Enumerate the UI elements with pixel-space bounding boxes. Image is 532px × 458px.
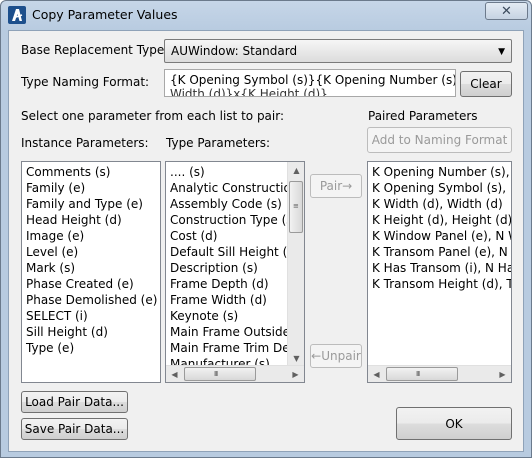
- scroll-right-icon[interactable]: ▶: [494, 366, 511, 382]
- instance-parameter-item[interactable]: Comments (s): [26, 165, 110, 179]
- instance-parameters-list[interactable]: Comments (s) Family (e) Family and Type (e…: [21, 161, 161, 383]
- paired-parameter-item[interactable]: K Height (d), Height (d): [372, 213, 511, 227]
- type-parameter-item[interactable]: Description (s): [170, 261, 258, 275]
- type-parameter-item[interactable]: Main Frame Outside D: [170, 325, 303, 339]
- instance-parameter-item[interactable]: Type (e): [26, 341, 74, 355]
- type-list-horizontal-scrollbar[interactable]: ◀ III ▶: [166, 365, 304, 382]
- paired-parameter-item[interactable]: K Opening Symbol (s), N Opening Symbol (…: [372, 181, 511, 195]
- close-button[interactable]: ✕: [485, 2, 528, 20]
- paired-parameters-list[interactable]: K Opening Number (s), N Opening Number (…: [367, 161, 512, 383]
- type-parameter-item[interactable]: .... (s): [170, 165, 205, 179]
- instance-parameter-item[interactable]: Head Height (d): [26, 213, 122, 227]
- paired-list-horizontal-scrollbar[interactable]: ◀ III ▶: [368, 365, 511, 382]
- unpair-button[interactable]: ←Unpair: [310, 344, 362, 368]
- paired-parameters-header: Paired Parameters: [368, 109, 478, 123]
- instance-parameters-header: Instance Parameters:: [21, 136, 149, 150]
- pair-button-label: Pair→: [319, 179, 353, 193]
- instance-parameter-item[interactable]: Phase Created (e): [26, 277, 134, 291]
- type-parameter-item[interactable]: Analytic Construction: [170, 181, 298, 195]
- paired-parameter-item[interactable]: K Width (d), Width (d): [372, 197, 503, 211]
- base-replacement-type-label: Base Replacement Type:: [21, 43, 169, 57]
- instance-parameter-item[interactable]: Family (e): [26, 181, 85, 195]
- paired-parameter-item[interactable]: K Opening Number (s), N Opening Number (…: [372, 165, 511, 179]
- instance-parameter-item[interactable]: Image (e): [26, 229, 84, 243]
- dialog-client-area: Base Replacement Type: AUWindow: Standar…: [8, 30, 524, 452]
- unpair-button-label: ←Unpair: [311, 349, 361, 363]
- type-parameter-item[interactable]: Main Frame Trim Dept: [170, 341, 302, 355]
- paired-parameter-item[interactable]: K Transom Panel (e), N Transom Panel (e): [372, 245, 511, 259]
- load-pair-data-label: Load Pair Data...: [25, 395, 124, 409]
- clear-button[interactable]: Clear: [460, 71, 512, 97]
- type-parameters-header: Type Parameters:: [166, 136, 271, 150]
- type-naming-format-field[interactable]: {K Opening Symbol (s)}{K Opening Number …: [164, 69, 456, 97]
- scrollbar-thumb[interactable]: III: [184, 367, 256, 381]
- ok-button[interactable]: OK: [396, 407, 512, 440]
- close-icon: ✕: [501, 3, 512, 19]
- type-parameter-item[interactable]: Construction Type (s): [170, 213, 297, 227]
- ok-button-label: OK: [445, 416, 463, 431]
- add-to-naming-format-button[interactable]: Add to Naming Format: [367, 127, 512, 153]
- type-list-vertical-scrollbar[interactable]: ▲ ≡ ▼: [287, 162, 304, 367]
- base-replacement-type-value: AUWindow: Standard: [171, 44, 298, 58]
- scroll-left-icon[interactable]: ◀: [368, 366, 385, 382]
- add-to-naming-format-label: Add to Naming Format: [371, 133, 508, 147]
- type-naming-format-value-line2: Width (d)}x{K Height (d)}: [170, 87, 328, 97]
- paired-parameter-item[interactable]: K Transom Height (d), Transom Height (d): [372, 277, 511, 291]
- scroll-left-icon[interactable]: ◀: [166, 366, 183, 382]
- pair-button[interactable]: Pair→: [310, 174, 362, 198]
- type-parameter-item[interactable]: Default Sill Height (d): [170, 245, 300, 259]
- instance-parameter-item[interactable]: Level (e): [26, 245, 78, 259]
- paired-parameter-item[interactable]: K Window Panel (e), N Window Panel (e): [372, 229, 511, 243]
- save-pair-data-button[interactable]: Save Pair Data...: [21, 418, 128, 440]
- base-replacement-type-dropdown[interactable]: AUWindow: Standard ▼: [164, 39, 512, 63]
- instance-parameter-item[interactable]: Mark (s): [26, 261, 75, 275]
- type-parameters-list[interactable]: .... (s) Analytic Construction Assembly Co…: [165, 161, 305, 383]
- type-parameter-item[interactable]: Frame Depth (d): [170, 277, 269, 291]
- scrollbar-thumb[interactable]: ≡: [289, 181, 303, 233]
- type-parameter-item[interactable]: Keynote (s): [170, 309, 238, 323]
- scrollbar-thumb[interactable]: III: [386, 367, 458, 381]
- scroll-right-icon[interactable]: ▶: [287, 366, 304, 382]
- load-pair-data-button[interactable]: Load Pair Data...: [21, 391, 128, 413]
- paired-parameter-item[interactable]: K Has Transom (i), N Has Transom (i): [372, 261, 511, 275]
- type-parameter-item[interactable]: Assembly Code (s): [170, 197, 282, 211]
- revit-app-icon: [8, 6, 26, 24]
- type-parameter-item[interactable]: Frame Width (d): [170, 293, 267, 307]
- title-bar[interactable]: Copy Parameter Values ✕: [1, 1, 531, 29]
- window-title: Copy Parameter Values: [32, 7, 178, 22]
- dialog-window: Copy Parameter Values ✕ Base Replacement…: [0, 0, 532, 458]
- instance-parameter-item[interactable]: Sill Height (d): [26, 325, 108, 339]
- instance-parameter-item[interactable]: Family and Type (e): [26, 197, 143, 211]
- chevron-down-icon: ▼: [498, 47, 505, 57]
- type-naming-format-value: {K Opening Symbol (s)}{K Opening Number …: [170, 73, 456, 87]
- instance-parameter-item[interactable]: SELECT (i): [26, 309, 88, 323]
- grip-icon: III: [214, 370, 218, 378]
- type-parameter-item[interactable]: Cost (d): [170, 229, 217, 243]
- grip-icon: ≡: [293, 202, 299, 210]
- grip-icon: III: [416, 370, 420, 378]
- instance-parameter-item[interactable]: Phase Demolished (e): [26, 293, 157, 307]
- type-naming-format-label: Type Naming Format:: [21, 75, 150, 89]
- scroll-up-icon[interactable]: ▲: [288, 162, 304, 179]
- pairing-instructions: Select one parameter from each list to p…: [21, 109, 285, 123]
- clear-button-label: Clear: [470, 77, 502, 91]
- save-pair-data-label: Save Pair Data...: [24, 422, 125, 436]
